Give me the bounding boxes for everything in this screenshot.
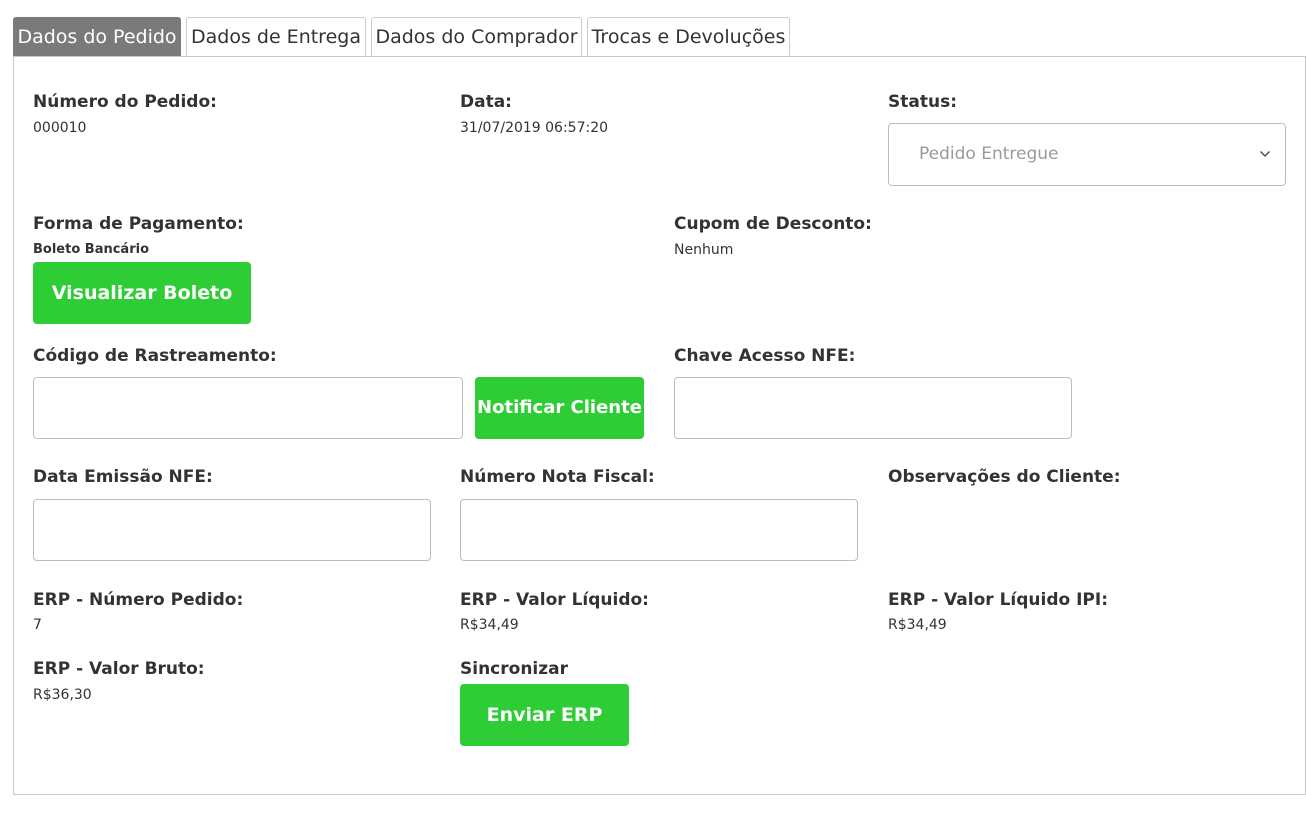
erp-net-value-label: ERP - Valor Líquido: [460, 590, 649, 610]
erp-order-number-label: ERP - Número Pedido: [33, 590, 244, 610]
erp-order-number-value: 7 [33, 617, 42, 633]
erp-gross-value-value: R$36,30 [33, 687, 92, 703]
nfe-access-key-input[interactable] [674, 377, 1072, 439]
tab-trocas-e-devolucoes[interactable]: Trocas e Devoluções [587, 17, 790, 56]
send-erp-button[interactable]: Enviar ERP [460, 684, 629, 746]
tab-dados-do-comprador[interactable]: Dados do Comprador [371, 17, 582, 56]
nfe-access-key-label: Chave Acesso NFE: [674, 346, 856, 366]
status-select[interactable]: Pedido Entregue [888, 123, 1286, 186]
sync-label: Sincronizar [460, 659, 568, 679]
erp-net-value-ipi-label: ERP - Valor Líquido IPI: [888, 590, 1108, 610]
invoice-number-label: Número Nota Fiscal: [460, 467, 655, 487]
erp-net-value-value: R$34,49 [460, 617, 519, 633]
order-number-value: 000010 [33, 120, 87, 136]
notify-client-button[interactable]: Notificar Cliente [475, 377, 644, 439]
tab-dados-do-pedido[interactable]: Dados do Pedido [13, 17, 181, 56]
client-notes-label: Observações do Cliente: [888, 467, 1121, 487]
invoice-number-input[interactable] [460, 499, 858, 561]
tracking-code-label: Código de Rastreamento: [33, 346, 277, 366]
order-number-label: Número do Pedido: [33, 92, 217, 112]
erp-gross-value-label: ERP - Valor Bruto: [33, 659, 205, 679]
tab-dados-de-entrega[interactable]: Dados de Entrega [186, 17, 366, 56]
status-select-value: Pedido Entregue [919, 144, 1059, 164]
coupon-label: Cupom de Desconto: [674, 214, 872, 234]
order-date-value: 31/07/2019 06:57:20 [460, 120, 609, 136]
payment-method-label: Forma de Pagamento: [33, 214, 244, 234]
status-label: Status: [888, 92, 957, 112]
chevron-down-icon [1259, 150, 1271, 158]
nfe-emission-date-input[interactable] [33, 499, 431, 561]
order-details-panel: Número do Pedido: 000010 Data: 31/07/201… [13, 56, 1306, 795]
order-date-label: Data: [460, 92, 512, 112]
nfe-emission-date-label: Data Emissão NFE: [33, 467, 213, 487]
tracking-code-input[interactable] [33, 377, 463, 439]
payment-method-value: Boleto Bancário [33, 242, 149, 257]
erp-net-value-ipi-value: R$34,49 [888, 617, 947, 633]
view-boleto-button[interactable]: Visualizar Boleto [33, 262, 251, 324]
coupon-value: Nenhum [674, 242, 734, 258]
